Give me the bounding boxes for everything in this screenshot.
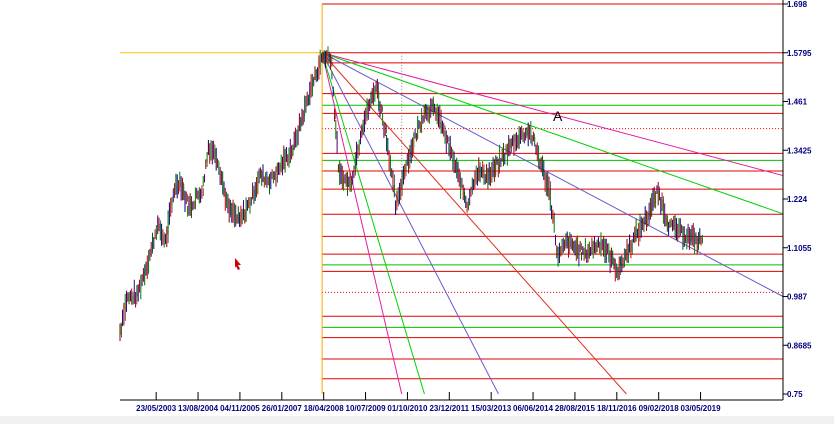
x-tick-label: 15/03/2013 (471, 404, 512, 413)
y-tick-label: 1.698 (787, 0, 808, 9)
x-tick-label: 28/08/2015 (555, 404, 596, 413)
annotation-label: A (553, 108, 563, 124)
y-tick-label: 1.1055 (787, 244, 812, 253)
gann-fan-chart: 23/05/2003 13/08/2004 04/11/2005 26/01/2007… (0, 0, 834, 424)
x-tick-label: 04/11/2005 (220, 404, 260, 413)
y-tick-label: 0.987 (787, 293, 808, 302)
chart-background (0, 0, 834, 424)
x-tick-label: 03/05/2019 (681, 404, 722, 413)
y-tick-label: 1.5795 (787, 49, 812, 58)
x-tick-label: 06/06/2014 (513, 404, 554, 413)
x-tick-label: 18/04/2008 (304, 404, 345, 413)
y-tick-label: 1.224 (787, 195, 808, 204)
x-tick-label: 18/11/2016 (597, 404, 637, 413)
x-tick-label: 10/07/2009 (346, 404, 387, 413)
x-tick-label: 13/08/2004 (178, 404, 219, 413)
x-tick-label: 23/12/2011 (429, 404, 469, 413)
y-tick-label: 0.8685 (787, 341, 812, 350)
x-tick-label: 23/05/2003 (136, 404, 177, 413)
bottom-bar (0, 416, 834, 424)
y-tick-label: 1.3425 (787, 146, 812, 155)
x-tick-label: 26/01/2007 (262, 404, 303, 413)
chart-container: 23/05/2003 13/08/2004 04/11/2005 26/01/2007… (0, 0, 834, 424)
x-tick-label: 01/10/2010 (387, 404, 428, 413)
y-tick-label: 0.75 (787, 390, 803, 399)
y-tick-label: 1.461 (787, 98, 808, 107)
x-tick-label: 09/02/2018 (639, 404, 680, 413)
